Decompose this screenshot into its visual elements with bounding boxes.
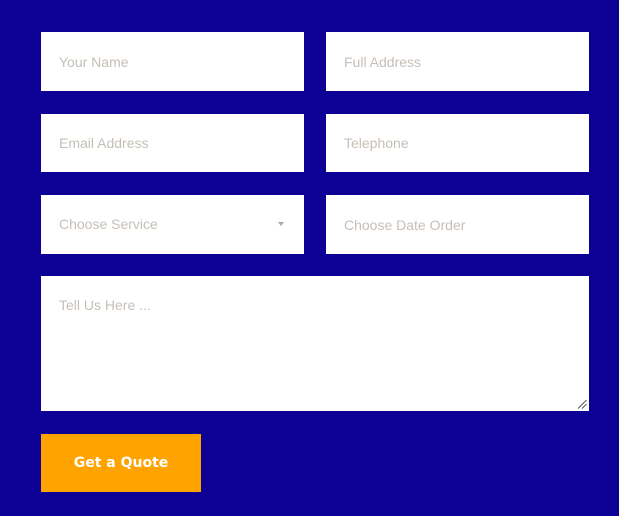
service-select-value: Choose Service — [59, 216, 158, 232]
telephone-input[interactable] — [326, 114, 589, 172]
name-input[interactable] — [41, 32, 304, 91]
email-input[interactable] — [41, 114, 304, 172]
get-quote-button[interactable]: Get a Quote — [41, 434, 201, 492]
date-input[interactable] — [326, 195, 589, 254]
quote-form: Choose Service Get a Quote — [0, 0, 619, 516]
service-select[interactable]: Choose Service — [41, 195, 304, 254]
resize-handle-icon[interactable] — [577, 399, 587, 409]
chevron-down-icon — [278, 222, 284, 226]
address-input[interactable] — [326, 32, 589, 91]
message-textarea[interactable] — [41, 276, 589, 411]
